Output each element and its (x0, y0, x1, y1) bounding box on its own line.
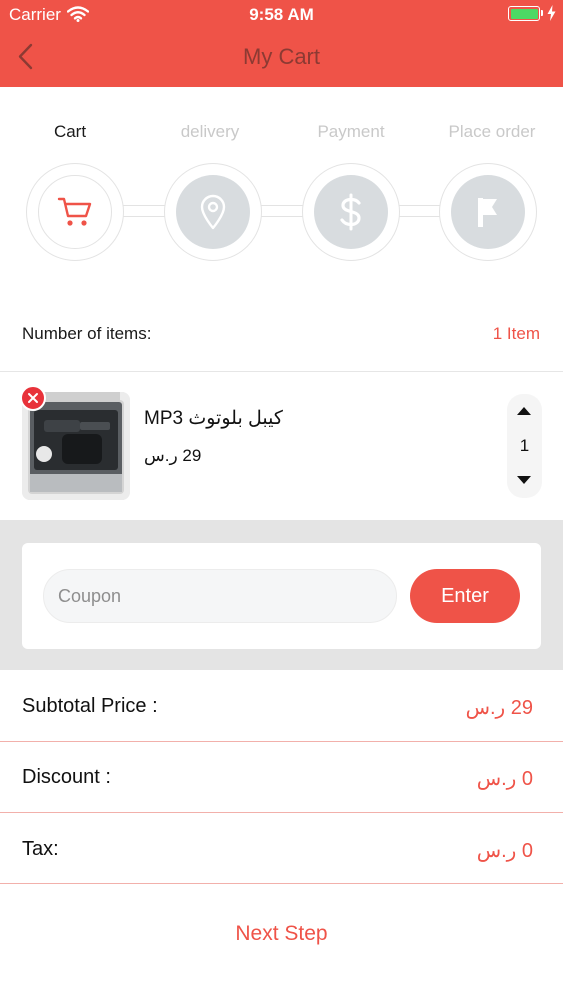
quantity-increase-button[interactable] (517, 407, 531, 415)
remove-item-button[interactable] (20, 385, 46, 411)
items-count-value: 1 Item (492, 324, 540, 343)
row-divider (0, 883, 563, 884)
step-connector (120, 205, 170, 217)
status-bar: Carrier 9:58 AM (0, 0, 563, 30)
step-delivery[interactable] (164, 163, 262, 261)
flag-icon (478, 198, 497, 227)
subtotal-label: Subtotal Price : (22, 695, 158, 717)
row-divider (0, 741, 563, 742)
product-price: 29 ر.س (144, 446, 202, 465)
location-pin-icon (200, 194, 226, 230)
tax-label: Tax: (22, 838, 59, 860)
enter-coupon-button[interactable]: Enter (410, 569, 520, 623)
discount-value: 0 ر.س (476, 768, 533, 790)
cart-icon (57, 197, 92, 226)
coupon-input[interactable] (43, 569, 397, 623)
step-connector (258, 205, 308, 217)
step-place-order-inner (451, 175, 525, 249)
step-payment[interactable] (302, 163, 400, 261)
next-step-button[interactable]: Next Step (0, 922, 563, 946)
step-label-delivery: delivery (180, 122, 240, 141)
step-place-order[interactable] (439, 163, 537, 261)
discount-label: Discount : (22, 766, 111, 788)
quantity-stepper: 1 (507, 394, 542, 498)
battery-icon (508, 6, 540, 21)
status-time: 9:58 AM (249, 5, 314, 24)
items-count-label: Number of items: (22, 324, 152, 343)
close-icon (28, 393, 38, 403)
tax-value: 0 ر.س (476, 840, 533, 862)
step-cart[interactable] (26, 163, 124, 261)
step-cart-inner (38, 175, 112, 249)
step-label-payment: Payment (317, 122, 385, 141)
nav-header: Carrier 9:58 AM My Cart (0, 0, 563, 87)
row-divider (0, 812, 563, 813)
charging-bolt-icon (547, 5, 556, 26)
step-label-place-order: Place order (448, 122, 536, 141)
battery-tip (541, 10, 543, 16)
divider (0, 371, 563, 372)
product-name: كيبل بلوتوث MP3 (144, 408, 283, 429)
step-label-cart: Cart (53, 122, 87, 141)
step-payment-inner (314, 175, 388, 249)
quantity-decrease-button[interactable] (517, 476, 531, 484)
page-title: My Cart (243, 44, 320, 69)
subtotal-value: 29 ر.س (465, 697, 533, 719)
quantity-value: 1 (519, 436, 530, 455)
dollar-icon (340, 193, 361, 231)
step-delivery-inner (176, 175, 250, 249)
